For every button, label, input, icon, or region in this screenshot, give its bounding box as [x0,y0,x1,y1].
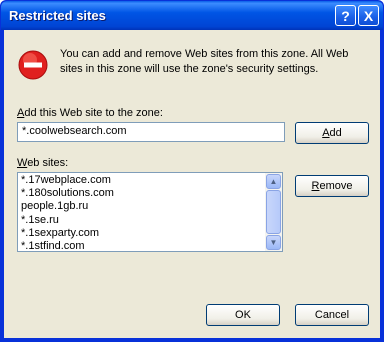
ok-button[interactable]: OK [206,304,280,326]
list-item[interactable]: *.1se.ru [21,214,261,227]
window-title: Restricted sites [9,8,106,23]
help-button[interactable]: ? [335,5,356,26]
add-site-label: Add this Web site to the zone: [17,107,163,119]
zone-description: You can add and remove Web sites from th… [60,48,349,75]
vertical-scrollbar[interactable]: ▲ ▼ [265,173,282,251]
list-item[interactable]: *.17webplace.com [21,174,261,187]
close-button[interactable]: X [358,5,379,26]
list-item[interactable]: *.1sexparty.com [21,227,261,240]
list-item[interactable]: *.180solutions.com [21,187,261,200]
scroll-down-icon[interactable]: ▼ [266,235,281,250]
web-sites-list[interactable]: *.17webplace.com *.180solutions.com peop… [17,172,283,252]
web-sites-label: Web sites: [17,157,69,169]
add-site-input[interactable]: *.coolwebsearch.com [17,122,285,142]
title-bar[interactable]: Restricted sites ? X [1,1,383,30]
cancel-button[interactable]: Cancel [295,304,369,326]
scroll-thumb[interactable] [266,190,281,234]
restricted-sites-dialog: Restricted sites ? X You can add and rem… [0,0,384,342]
stop-icon [18,50,48,80]
remove-button[interactable]: Remove [295,175,369,197]
list-item[interactable]: people.1gb.ru [21,200,261,213]
list-item[interactable]: *.1stfind.com [21,240,261,251]
scroll-up-icon[interactable]: ▲ [266,174,281,189]
add-button[interactable]: Add [295,122,369,144]
dialog-body: You can add and remove Web sites from th… [4,30,380,338]
